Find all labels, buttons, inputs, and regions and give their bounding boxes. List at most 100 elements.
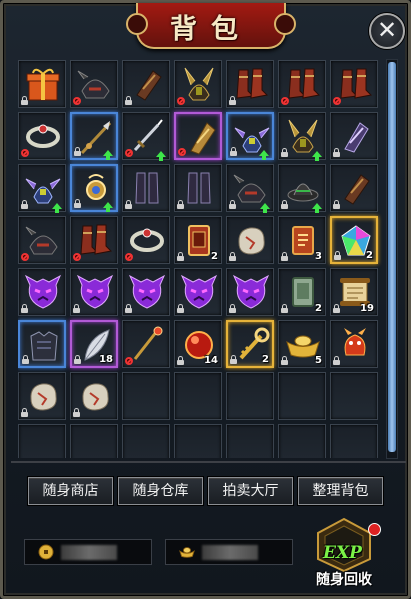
inventory-slot[interactable]: 2 xyxy=(278,268,326,316)
empty-slot[interactable] xyxy=(122,372,170,420)
inventory-slot[interactable] xyxy=(174,268,222,316)
scrollbar-thumb[interactable] xyxy=(388,62,396,452)
bound-lock-icon xyxy=(230,147,237,156)
ore-stone-icon xyxy=(82,383,109,411)
bound-lock-icon xyxy=(230,355,237,364)
inventory-slot[interactable] xyxy=(330,320,378,368)
inventory-slot[interactable] xyxy=(330,60,378,108)
inventory-slot[interactable] xyxy=(122,164,170,212)
inventory-slot[interactable] xyxy=(70,268,118,316)
inventory-slot[interactable]: 2 xyxy=(226,320,274,368)
bound-lock-icon xyxy=(74,199,81,208)
inventory-slot[interactable] xyxy=(330,112,378,160)
inventory-slot[interactable] xyxy=(174,112,222,160)
stack-count: 2 xyxy=(315,303,322,314)
empty-slot[interactable] xyxy=(18,424,66,458)
stack-count: 19 xyxy=(360,303,374,314)
empty-slot[interactable] xyxy=(174,424,222,458)
empty-slot[interactable] xyxy=(278,372,326,420)
gold-ingot-value xyxy=(202,545,258,560)
inventory-slot[interactable] xyxy=(226,268,274,316)
upgrade-arrow-icon xyxy=(156,151,166,161)
inventory-slot[interactable]: 3 xyxy=(278,216,326,264)
bound-lock-icon xyxy=(125,96,132,105)
bound-lock-icon xyxy=(281,304,288,313)
storage-button[interactable]: 随身仓库 xyxy=(118,477,203,505)
gold-ingot-icon xyxy=(179,547,195,558)
inventory-slot[interactable] xyxy=(18,372,66,420)
empty-slot[interactable] xyxy=(226,424,274,458)
inventory-slot[interactable]: 14 xyxy=(174,320,222,368)
empty-slot[interactable] xyxy=(278,424,326,458)
inventory-slot[interactable] xyxy=(278,164,326,213)
inventory-slot[interactable] xyxy=(18,268,66,316)
empty-slot[interactable] xyxy=(330,424,378,458)
inventory-slot[interactable] xyxy=(122,268,170,316)
close-button[interactable]: ✕ xyxy=(369,13,405,49)
bracer-icon xyxy=(136,70,162,101)
inventory-slot[interactable]: 18 xyxy=(70,320,118,368)
inventory-grid-frame: 2 3 2 2 19 18 14 2 5 xyxy=(18,60,384,458)
inventory-slot[interactable]: 2 xyxy=(330,216,378,264)
inventory-slot[interactable] xyxy=(122,112,170,161)
inventory-slot[interactable] xyxy=(70,112,118,160)
dark-helmet-icon xyxy=(233,174,266,203)
bound-lock-icon xyxy=(177,252,184,261)
bound-lock-icon xyxy=(229,96,236,105)
empty-slot[interactable] xyxy=(70,424,118,458)
inventory-slot[interactable] xyxy=(122,216,170,264)
ring-icon xyxy=(130,228,164,252)
upgrade-arrow-icon xyxy=(103,150,113,160)
ore-stone-icon xyxy=(238,227,265,255)
inventory-slot[interactable] xyxy=(174,60,222,108)
bound-lock-icon xyxy=(333,148,340,157)
inventory-slot[interactable] xyxy=(18,216,66,264)
greaves-icon xyxy=(135,172,159,204)
cannot-use-icon xyxy=(333,97,341,105)
horned-helmet-icon xyxy=(184,67,214,101)
cannot-use-icon xyxy=(281,97,289,105)
sword-icon xyxy=(133,119,163,152)
inventory-slot[interactable] xyxy=(122,60,170,108)
shop-button[interactable]: 随身商店 xyxy=(28,477,113,505)
bound-lock-icon xyxy=(125,304,132,313)
empty-slot[interactable] xyxy=(174,372,222,420)
inventory-slot[interactable] xyxy=(226,112,274,160)
auction-button[interactable]: 拍卖大厅 xyxy=(208,477,293,505)
inventory-slot[interactable] xyxy=(18,60,66,108)
inventory-slot[interactable] xyxy=(330,164,378,212)
inventory-slot[interactable] xyxy=(226,164,274,213)
upgrade-arrow-icon xyxy=(52,203,62,213)
winged-helmet-icon xyxy=(25,178,61,204)
inventory-slot[interactable] xyxy=(226,60,274,108)
cannot-use-icon xyxy=(21,149,29,157)
inventory-slot[interactable] xyxy=(70,372,118,420)
empty-slot[interactable] xyxy=(122,424,170,458)
inventory-slot[interactable] xyxy=(18,320,66,368)
inventory-slot[interactable] xyxy=(70,164,118,212)
sort-button[interactable]: 整理背包 xyxy=(298,477,383,505)
inventory-slot[interactable] xyxy=(278,112,326,161)
upgrade-arrow-icon xyxy=(312,151,322,161)
inventory-slot[interactable] xyxy=(226,216,274,264)
inventory-slot[interactable] xyxy=(70,216,118,264)
inventory-slot[interactable]: 19 xyxy=(330,268,378,316)
inventory-slot[interactable]: 5 xyxy=(278,320,326,368)
bound-lock-icon xyxy=(333,200,340,209)
stack-count: 5 xyxy=(315,355,322,366)
recycle-label: 随身回收 xyxy=(316,572,372,588)
inventory-slot[interactable] xyxy=(122,320,170,368)
exp-badge: EXP xyxy=(323,543,362,563)
inventory-scrollbar[interactable] xyxy=(386,59,398,459)
inventory-slot[interactable] xyxy=(18,164,66,213)
inventory-slot[interactable] xyxy=(174,164,222,212)
inventory-slot[interactable] xyxy=(70,60,118,108)
exp-recycle-button[interactable]: EXP 随身回收 xyxy=(306,517,382,589)
inventory-slot[interactable]: 2 xyxy=(174,216,222,264)
gold-coin-value xyxy=(61,545,117,560)
bound-lock-icon xyxy=(21,408,28,417)
inventory-slot[interactable] xyxy=(18,112,66,160)
inventory-slot[interactable] xyxy=(278,60,326,108)
empty-slot[interactable] xyxy=(226,372,274,420)
empty-slot[interactable] xyxy=(330,372,378,420)
